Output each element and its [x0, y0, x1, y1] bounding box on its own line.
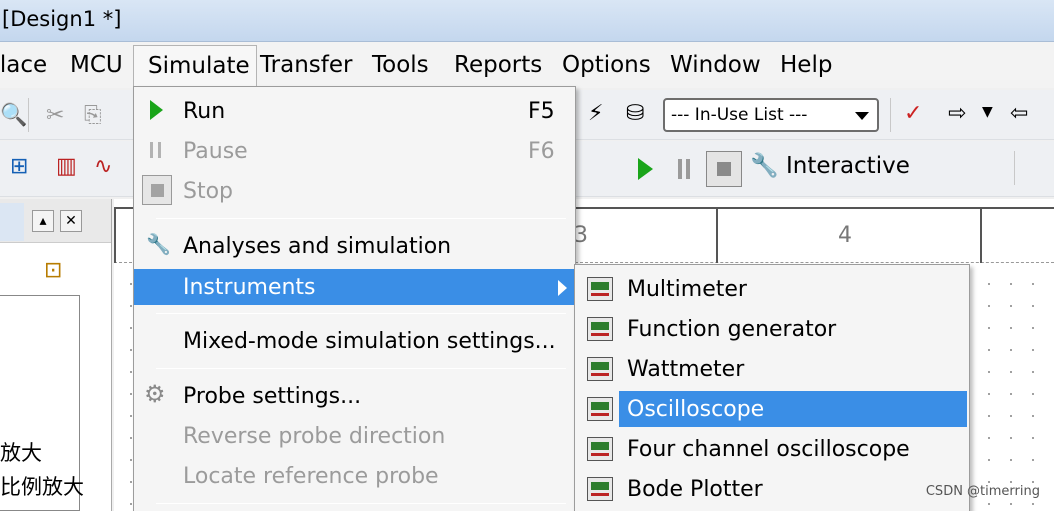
title-bar: [Design1 *] [0, 0, 1054, 42]
submenu-item-bode-plotter[interactable]: Bode Plotter [575, 471, 969, 507]
copy-icon[interactable]: ⎘ [84, 104, 102, 128]
component-icon[interactable]: ⊞ [10, 155, 28, 179]
menu-separator [156, 313, 566, 314]
bode-plotter-icon [587, 477, 613, 501]
tree-item-zoom[interactable]: 放大 [0, 437, 42, 467]
menu-options[interactable]: Options [562, 52, 651, 78]
menu-item-mixed-mode-settings[interactable]: Mixed-mode simulation settings... [134, 323, 575, 359]
menu-item-label: Run [183, 99, 226, 124]
function-generator-icon [587, 317, 613, 341]
menu-item-label: Reverse probe direction [183, 424, 446, 449]
erc-check-icon[interactable]: ✓ [904, 102, 922, 126]
submenu-item-wattmeter[interactable]: Wattmeter [575, 351, 969, 387]
menu-item-reverse-probe-direction[interactable]: Reverse probe direction [134, 418, 575, 454]
menu-item-probe-settings[interactable]: ⚙ Probe settings... [134, 378, 575, 414]
submenu-item-label: Multimeter [627, 277, 747, 302]
menu-item-instruments[interactable]: Instruments [134, 269, 575, 305]
menu-simulate[interactable]: Simulate [133, 45, 257, 89]
menu-item-label: Stop [183, 179, 234, 204]
menu-item-shortcut: F6 [528, 139, 555, 164]
hierarchy-icon[interactable]: ⊡ [44, 259, 62, 283]
four-channel-oscilloscope-icon [587, 437, 613, 461]
panel-header: ▴ ✕ [0, 199, 111, 243]
submenu-item-label: Wattmeter [627, 357, 745, 382]
submenu-item-label: Function generator [627, 317, 837, 342]
menu-item-label: Mixed-mode simulation settings... [183, 329, 556, 354]
gear-icon: ⚙ [144, 380, 166, 408]
menu-help[interactable]: Help [780, 52, 832, 78]
measurement-icon[interactable]: ▥ [56, 155, 77, 179]
menu-item-label: Locate reference probe [183, 464, 439, 489]
menu-place[interactable]: Place [0, 52, 47, 78]
in-use-list-value: --- In-Use List --- [671, 105, 808, 125]
menu-item-label: Analyses and simulation [183, 234, 452, 259]
panel-tab[interactable] [0, 203, 24, 241]
interactive-mode-button[interactable]: 🔧 Interactive [750, 152, 910, 179]
run-icon[interactable] [638, 158, 653, 180]
menu-mcu[interactable]: MCU [70, 52, 123, 78]
menu-separator [156, 218, 566, 219]
submenu-item-oscilloscope[interactable]: Oscilloscope [619, 391, 967, 427]
submenu-item-multimeter[interactable]: Multimeter [575, 271, 969, 307]
menu-item-label: Instruments [183, 275, 316, 300]
back-annotate-icon[interactable]: ⇦ [1010, 102, 1028, 126]
submenu-item-function-generator[interactable]: Function generator [575, 311, 969, 347]
menu-item-analyses-and-simulation[interactable]: 🔧 Analyses and simulation [134, 228, 575, 264]
ruler-label-3: 3 [574, 223, 588, 248]
toolbar-separator [1014, 151, 1015, 185]
menu-window[interactable]: Window [670, 52, 761, 78]
instruments-submenu: Multimeter Function generator Wattmeter … [574, 264, 970, 511]
submenu-item-label: Bode Plotter [627, 477, 763, 502]
forward-annotate-icon[interactable]: ⇨ [948, 102, 966, 126]
submenu-item-label: Oscilloscope [627, 397, 765, 422]
watermark: CSDN @timerring [925, 484, 1040, 499]
panel-close-button[interactable]: ✕ [60, 210, 82, 232]
multimeter-icon [587, 277, 613, 301]
menu-item-label: Probe settings... [183, 384, 362, 409]
stop-icon[interactable] [706, 151, 742, 187]
design-toolbox-panel: ▴ ✕ ⊡ 放大 比例放大 [0, 199, 112, 511]
simulate-menu: Run F5 Pause F6 Stop 🔧 Analyses and simu… [133, 86, 576, 511]
oscilloscope-icon [587, 397, 613, 421]
stop-icon [142, 175, 172, 205]
menu-item-stop[interactable]: Stop [134, 173, 575, 209]
wattmeter-icon [587, 357, 613, 381]
probe-icon[interactable]: ∿ [94, 155, 112, 179]
submenu-item-label: Four channel oscilloscope [627, 437, 910, 462]
pause-icon[interactable] [678, 159, 690, 179]
menu-item-run[interactable]: Run F5 [134, 93, 575, 129]
submenu-item-four-channel-oscilloscope[interactable]: Four channel oscilloscope [575, 431, 969, 467]
wrench-icon: 🔧 [146, 232, 171, 256]
menu-separator [156, 368, 566, 369]
in-use-list-combo[interactable]: --- In-Use List --- [663, 98, 879, 132]
cut-icon[interactable]: ✂ [46, 104, 64, 128]
ruler-divider [114, 209, 116, 263]
toolbar-separator [890, 98, 891, 132]
menu-reports[interactable]: Reports [454, 52, 542, 78]
component-wizard-icon[interactable]: ⚡ [588, 102, 603, 126]
tree-item-proportional-zoom[interactable]: 比例放大 [0, 471, 84, 501]
ruler-divider [980, 209, 982, 263]
panel-restore-button[interactable]: ▴ [32, 210, 54, 232]
ruler-label-4: 4 [838, 223, 852, 248]
play-icon [150, 100, 163, 120]
zoom-icon[interactable]: 🔍 [0, 104, 27, 128]
menu-bar: Place MCU Simulate Transfer Tools Report… [0, 42, 1054, 89]
submenu-arrow-icon [558, 280, 567, 296]
menu-separator [156, 503, 566, 504]
menu-item-label: Pause [183, 139, 248, 164]
window-title: [Design1 *] [2, 7, 122, 31]
pause-icon [150, 142, 161, 158]
ruler-divider [716, 209, 718, 263]
chevron-down-icon [855, 112, 869, 120]
database-icon[interactable]: ⛁ [626, 102, 644, 126]
menu-tools[interactable]: Tools [372, 52, 429, 78]
dropdown-arrow-icon[interactable]: ▼ [982, 100, 993, 124]
menu-transfer[interactable]: Transfer [260, 52, 352, 78]
interactive-label: Interactive [785, 153, 910, 179]
menu-item-shortcut: F5 [528, 99, 555, 124]
menu-item-locate-reference-probe[interactable]: Locate reference probe [134, 458, 575, 494]
toolbar-separator [28, 98, 29, 132]
menu-item-pause[interactable]: Pause F6 [134, 133, 575, 169]
